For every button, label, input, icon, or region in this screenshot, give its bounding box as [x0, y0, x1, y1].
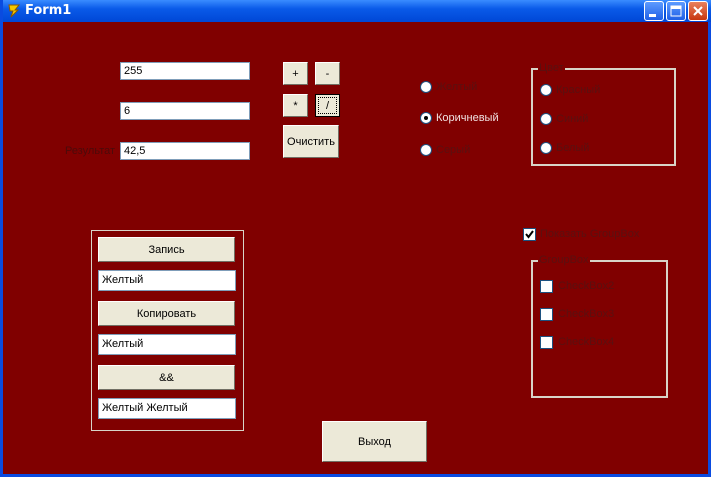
- radio-brown[interactable]: [420, 112, 432, 124]
- write-value-input[interactable]: Желтый: [98, 270, 236, 291]
- radio-yellow[interactable]: [420, 81, 432, 93]
- radio-selected-dot: [424, 116, 428, 120]
- copy-button[interactable]: Копировать: [98, 301, 235, 326]
- color-groupbox-caption: Цвет: [538, 62, 565, 74]
- groupbox-caption: GroupBox: [538, 254, 590, 266]
- close-button[interactable]: [688, 1, 708, 21]
- minimize-icon: [649, 14, 656, 17]
- show-groupbox-checkbox[interactable]: [523, 228, 536, 241]
- title-bar[interactable]: Form1: [3, 0, 711, 22]
- color-groupbox: [531, 68, 676, 166]
- radio-red-label: Красный: [556, 84, 601, 96]
- concat-button[interactable]: &&: [98, 365, 235, 390]
- copy-value-input[interactable]: Желтый: [98, 334, 236, 355]
- exit-button[interactable]: Выход: [322, 421, 427, 462]
- write-button[interactable]: Запись: [98, 237, 235, 262]
- checkbox4-label: CheckBox4: [558, 336, 615, 348]
- result-label: Результат: [65, 145, 116, 157]
- maximize-icon: [670, 5, 682, 17]
- close-icon: [693, 6, 703, 16]
- checkbox3-label: CheckBox3: [558, 308, 615, 320]
- checkbox3[interactable]: [540, 308, 553, 321]
- form1-window: Form1 255 6 Результат 42,5 + - * / Очист…: [0, 0, 711, 477]
- minus-button[interactable]: -: [315, 62, 340, 85]
- checkbox2[interactable]: [540, 280, 553, 293]
- radio-gray[interactable]: [420, 144, 432, 156]
- radio-red[interactable]: [540, 84, 552, 96]
- operand1-input[interactable]: 255: [120, 62, 250, 80]
- clear-button[interactable]: Очистить: [283, 125, 339, 158]
- concat-value-input[interactable]: Желтый Желтый: [98, 398, 236, 419]
- result-input[interactable]: 42,5: [120, 142, 250, 160]
- minimize-button[interactable]: [644, 1, 664, 21]
- radio-brown-label: Коричневый: [436, 112, 499, 124]
- radio-white[interactable]: [540, 142, 552, 154]
- plus-button[interactable]: +: [283, 62, 308, 85]
- delphi-app-icon: [8, 4, 21, 18]
- checkbox4[interactable]: [540, 336, 553, 349]
- maximize-button[interactable]: [666, 1, 686, 21]
- show-groupbox-label: Показать GroupBox: [540, 228, 640, 240]
- multiply-button[interactable]: *: [283, 94, 308, 117]
- radio-white-label: Белый: [556, 142, 590, 154]
- operand2-input[interactable]: 6: [120, 102, 250, 120]
- radio-gray-label: Серый: [436, 144, 471, 156]
- radio-blue-label: Синий: [556, 113, 589, 125]
- radio-yellow-label: Желтый: [436, 81, 478, 93]
- checkbox2-label: CheckBox2: [558, 280, 615, 292]
- radio-blue[interactable]: [540, 113, 552, 125]
- window-title: Form1: [25, 3, 72, 18]
- checkmark-icon: [525, 230, 534, 239]
- divide-button[interactable]: /: [315, 94, 340, 117]
